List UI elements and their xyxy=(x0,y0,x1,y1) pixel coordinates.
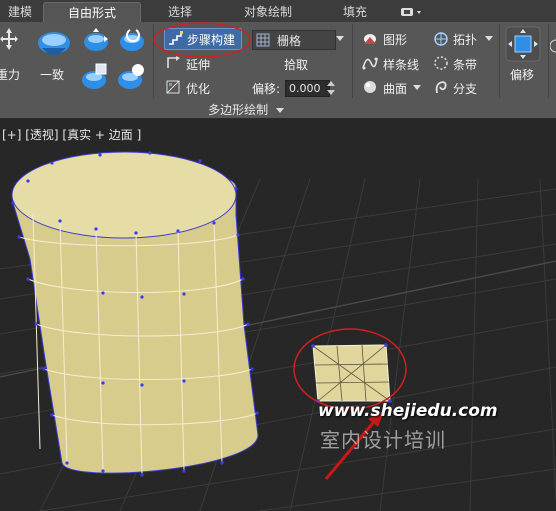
quad-patch-object[interactable] xyxy=(311,343,392,403)
annotation-highlight xyxy=(153,22,251,58)
group-separator xyxy=(548,24,549,98)
move-gizmo-icon[interactable] xyxy=(0,26,18,52)
pick-label[interactable]: 拾取 xyxy=(284,56,308,73)
splines-label[interactable]: 样条线 xyxy=(383,56,419,73)
viewport-canvas[interactable] xyxy=(0,119,556,511)
conform-label: 一致 xyxy=(40,68,65,82)
chevron-down-icon[interactable] xyxy=(336,36,344,42)
topology-icon[interactable] xyxy=(432,31,450,47)
tab-selection[interactable]: 选择 xyxy=(150,2,210,22)
optimize-label[interactable]: 优化 xyxy=(186,80,210,97)
shift-scale-icon[interactable] xyxy=(80,62,110,92)
grid-label: 栅格 xyxy=(277,34,302,48)
offset-big-label[interactable]: 偏移 xyxy=(510,66,534,83)
polydraw-group-footer[interactable]: 多边形绘制 xyxy=(156,101,336,117)
group-separator xyxy=(499,24,500,98)
perspective-viewport[interactable] xyxy=(0,119,556,511)
panel-options-icon xyxy=(401,8,421,16)
surface-icon[interactable] xyxy=(362,80,378,94)
branches-label[interactable]: 分支 xyxy=(453,80,477,97)
watermark-url: www.shejiedu.com xyxy=(318,401,498,421)
tab-freeform[interactable]: 自由形式 xyxy=(43,2,141,23)
surface-label[interactable]: 曲面 xyxy=(383,80,407,97)
chevron-down-icon xyxy=(275,108,284,113)
viewport-label[interactable]: [+] [透视] [真实 + 边面 ] xyxy=(2,126,141,143)
group-footer-label: 多边形绘制 xyxy=(208,103,269,117)
ribbon-tab-bar: 建模 自由形式 选择 对象绘制 填充 xyxy=(0,0,556,23)
offset-input[interactable]: 0.000 xyxy=(285,80,330,97)
strips-icon[interactable] xyxy=(432,55,450,71)
offset-big-icon[interactable] xyxy=(505,26,541,62)
shift-brush-icon[interactable] xyxy=(116,62,146,92)
tab-modeling[interactable]: 建模 xyxy=(0,2,40,22)
optimize-icon[interactable] xyxy=(166,80,182,94)
gravity-label: 重力 xyxy=(0,68,21,82)
watermark-text: 室内设计培训 xyxy=(320,428,446,452)
tab-populate[interactable]: 填充 xyxy=(330,2,380,22)
shift-tool-icon[interactable] xyxy=(82,26,112,54)
ribbon-panel: 重力 一致 步骤构建 延伸 优化 栅格 拾取 偏移: 0.000 多边形绘制 图… xyxy=(0,22,556,119)
conform-brush-icon[interactable] xyxy=(36,28,72,62)
branches-icon[interactable] xyxy=(432,79,450,95)
grid-icon xyxy=(256,33,270,47)
surface-grid-dropdown[interactable]: 栅格 xyxy=(252,30,336,50)
next-panel-icon[interactable] xyxy=(550,32,556,62)
tab-object-paint[interactable]: 对象绘制 xyxy=(230,2,306,22)
splines-icon[interactable] xyxy=(362,56,378,70)
offset-field-label: 偏移: xyxy=(252,82,281,96)
strips-label[interactable]: 条带 xyxy=(453,56,477,73)
cylinder-object[interactable] xyxy=(11,151,259,477)
offset-spinner[interactable] xyxy=(327,80,335,96)
chevron-down-icon[interactable] xyxy=(413,85,421,91)
group-separator xyxy=(352,24,353,98)
shift-rotate-icon[interactable] xyxy=(118,26,148,54)
topology-label[interactable]: 拓扑 xyxy=(453,31,477,48)
shapes-label[interactable]: 图形 xyxy=(383,31,407,48)
tab-overflow-menu[interactable] xyxy=(396,2,426,22)
shapes-icon[interactable] xyxy=(362,32,378,46)
chevron-down-icon[interactable] xyxy=(485,36,493,42)
